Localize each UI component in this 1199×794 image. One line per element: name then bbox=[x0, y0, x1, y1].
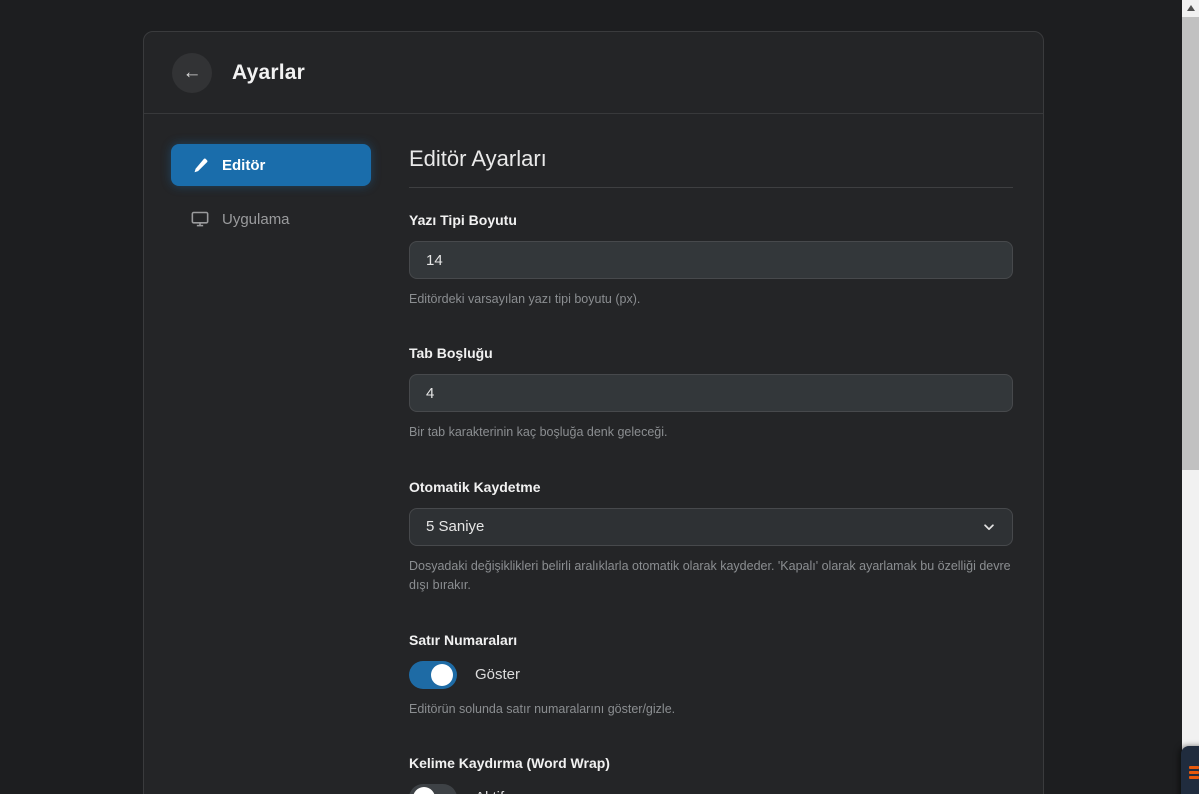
chevron-down-icon bbox=[982, 520, 996, 534]
word-wrap-toggle-row: Aktif bbox=[409, 784, 1013, 794]
sidebar-item-label: Uygulama bbox=[222, 211, 290, 228]
auto-save-helper: Dosyadaki değişiklikleri belirli aralıkl… bbox=[409, 557, 1013, 596]
word-wrap-toggle[interactable] bbox=[409, 784, 457, 794]
settings-page: ← Ayarlar Editör bbox=[0, 0, 1199, 794]
monitor-icon bbox=[191, 210, 209, 228]
back-button[interactable]: ← bbox=[172, 53, 212, 93]
font-size-input[interactable] bbox=[409, 241, 1013, 279]
auto-save-field-group: Otomatik Kaydetme 5 Saniye Dosyadaki değ… bbox=[409, 479, 1013, 596]
word-wrap-label: Kelime Kaydırma (Word Wrap) bbox=[409, 755, 1013, 771]
toggle-knob bbox=[431, 664, 453, 686]
section-divider bbox=[409, 187, 1013, 188]
tab-spacing-helper: Bir tab karakterinin kaç boşluğa denk ge… bbox=[409, 423, 1013, 442]
scrollbar-thumb[interactable] bbox=[1182, 17, 1199, 470]
word-wrap-field-group: Kelime Kaydırma (Word Wrap) Aktif bbox=[409, 755, 1013, 794]
page-title: Ayarlar bbox=[232, 61, 305, 85]
tab-spacing-input[interactable] bbox=[409, 374, 1013, 412]
arrow-left-icon: ← bbox=[183, 63, 202, 82]
sidebar-item-editor[interactable]: Editör bbox=[171, 144, 371, 186]
scrollbar-up-arrow[interactable] bbox=[1182, 0, 1199, 16]
font-size-helper: Editördeki varsayılan yazı tipi boyutu (… bbox=[409, 290, 1013, 309]
line-numbers-toggle-row: Göster bbox=[409, 661, 1013, 689]
sidebar-item-application[interactable]: Uygulama bbox=[171, 198, 371, 240]
toggle-knob bbox=[413, 787, 435, 794]
pencil-icon bbox=[191, 156, 209, 174]
tab-spacing-field-group: Tab Boşluğu Bir tab karakterinin kaç boş… bbox=[409, 345, 1013, 442]
line-numbers-helper: Editörün solunda satır numaralarını göst… bbox=[409, 700, 1013, 719]
editor-settings-panel: Editör Ayarları Yazı Tipi Boyutu Editörd… bbox=[409, 144, 1013, 794]
line-numbers-label: Satır Numaraları bbox=[409, 632, 1013, 648]
section-heading: Editör Ayarları bbox=[409, 146, 1013, 172]
settings-sidebar: Editör Uygulama bbox=[171, 144, 371, 794]
line-numbers-toggle-label: Göster bbox=[475, 666, 520, 683]
auto-save-label: Otomatik Kaydetme bbox=[409, 479, 1013, 495]
word-wrap-toggle-label: Aktif bbox=[475, 789, 504, 794]
vertical-scrollbar[interactable] bbox=[1182, 0, 1199, 794]
line-numbers-field-group: Satır Numaraları Göster Editörün solunda… bbox=[409, 632, 1013, 719]
auto-save-select[interactable]: 5 Saniye bbox=[409, 508, 1013, 546]
corner-overlay-badge[interactable] bbox=[1181, 746, 1199, 794]
sidebar-item-label: Editör bbox=[222, 157, 265, 174]
settings-card: ← Ayarlar Editör bbox=[143, 31, 1044, 794]
settings-body: Editör Uygulama Editör Ayarları bbox=[144, 114, 1043, 794]
auto-save-selected-value: 5 Saniye bbox=[426, 518, 484, 535]
triangle-up-icon bbox=[1187, 5, 1195, 11]
line-numbers-toggle[interactable] bbox=[409, 661, 457, 689]
list-lines-icon bbox=[1189, 766, 1199, 781]
font-size-label: Yazı Tipi Boyutu bbox=[409, 212, 1013, 228]
font-size-field-group: Yazı Tipi Boyutu Editördeki varsayılan y… bbox=[409, 212, 1013, 309]
settings-header: ← Ayarlar bbox=[144, 32, 1043, 114]
tab-spacing-label: Tab Boşluğu bbox=[409, 345, 1013, 361]
